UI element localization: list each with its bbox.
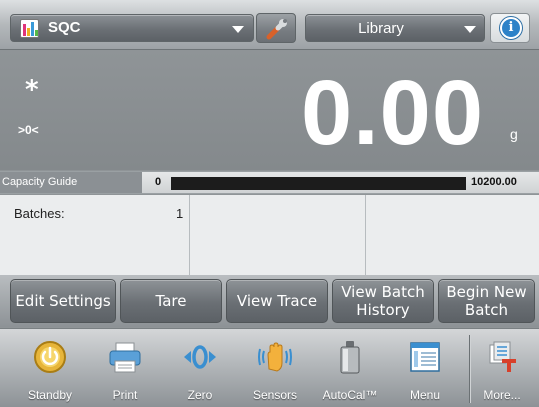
standby-label: Standby	[27, 388, 73, 402]
capacity-track	[171, 177, 466, 190]
info-button[interactable]: i	[490, 13, 530, 43]
autocal-button[interactable]: AutoCal™	[310, 329, 390, 407]
zero-label: Zero	[187, 388, 213, 402]
batches-label: Batches:	[14, 206, 65, 221]
info-icon: i	[500, 17, 522, 39]
batches-value: 1	[176, 206, 184, 221]
application-settings-button[interactable]	[256, 13, 296, 43]
autocal-weight-icon	[340, 341, 360, 374]
library-label: Library	[358, 20, 404, 37]
bottom-navigation: Standby Print Zero Sensors AutoCal™ Menu…	[0, 328, 539, 407]
info-cell-batches: Batches: 1	[0, 195, 190, 275]
tare-button[interactable]: Tare	[120, 279, 222, 323]
view-trace-button[interactable]: View Trace	[226, 279, 328, 323]
menu-button[interactable]: Menu	[385, 329, 465, 407]
standby-button[interactable]: Standby	[10, 329, 90, 407]
sensors-label: Sensors	[252, 388, 298, 402]
weight-display: * >0< 0.00 g	[0, 51, 539, 170]
wrench-icon	[266, 19, 287, 40]
standby-icon	[34, 341, 66, 373]
soft-key-bar: Edit Settings Tare View Trace View Batch…	[0, 275, 539, 327]
application-selector[interactable]: SQC	[10, 14, 254, 42]
more-label: More...	[483, 388, 521, 402]
info-cell	[366, 195, 539, 275]
printer-icon	[109, 342, 141, 373]
sensors-hand-icon	[258, 342, 292, 372]
more-icon	[489, 341, 516, 372]
weight-value: 0.00	[300, 62, 484, 164]
library-selector[interactable]: Library	[305, 14, 485, 42]
zero-button[interactable]: Zero	[160, 329, 240, 407]
sensors-button[interactable]: Sensors	[235, 329, 315, 407]
capacity-min: 0	[155, 176, 162, 188]
print-button[interactable]: Print	[85, 329, 165, 407]
info-panel: Batches: 1	[0, 195, 539, 275]
sqc-chart-icon	[20, 19, 39, 38]
weight-unit[interactable]: g	[510, 126, 518, 142]
view-batch-history-button[interactable]: View Batch History	[332, 279, 434, 323]
capacity-guide: Capacity Guide 0 10200.00	[0, 171, 539, 194]
begin-new-batch-button[interactable]: Begin New Batch	[438, 279, 535, 323]
capacity-max: 10200.00	[471, 176, 517, 188]
top-bar: SQC Library i	[0, 0, 539, 50]
menu-icon	[410, 342, 440, 372]
balance-screen: SQC Library i * >0< 0.00 g Capacity Guid…	[0, 0, 539, 407]
center-of-zero-indicator: >0<	[18, 123, 39, 137]
info-cell	[190, 195, 366, 275]
more-button[interactable]: More...	[468, 329, 536, 407]
stability-indicator: *	[25, 75, 39, 105]
zero-icon	[184, 345, 216, 369]
application-name: SQC	[48, 19, 81, 36]
autocal-label: AutoCal™	[322, 388, 378, 402]
chevron-down-icon	[232, 26, 244, 33]
chevron-down-icon	[464, 26, 476, 33]
print-label: Print	[112, 388, 138, 402]
capacity-guide-label: Capacity Guide	[0, 172, 142, 193]
menu-label: Menu	[409, 388, 441, 402]
edit-settings-button[interactable]: Edit Settings	[10, 279, 116, 323]
